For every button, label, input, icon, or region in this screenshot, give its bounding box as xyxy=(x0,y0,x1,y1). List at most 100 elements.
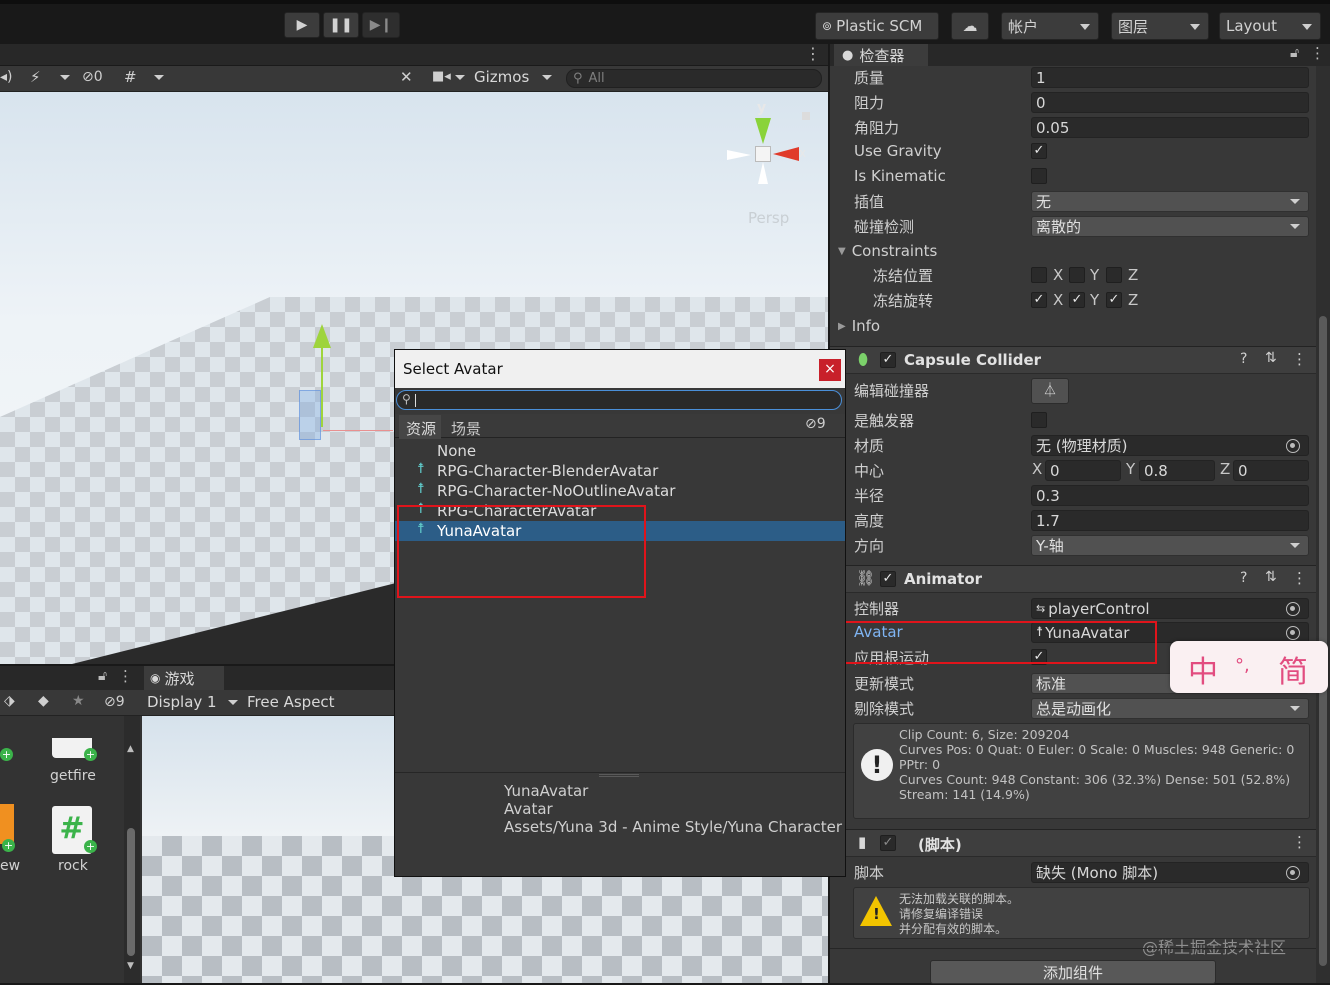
object-picker-icon[interactable] xyxy=(1286,866,1300,880)
more-menu-icon[interactable]: ⋮ xyxy=(118,667,133,685)
tag-icon[interactable]: ◆ xyxy=(38,693,49,709)
freeze-rot-y-checkbox[interactable]: ✓ xyxy=(1069,292,1085,308)
script-enabled-checkbox[interactable]: ✓ xyxy=(880,835,896,851)
audio-asset-icon[interactable] xyxy=(0,804,14,844)
preset-icon[interactable]: ⇅ xyxy=(1265,569,1277,585)
step-button[interactable]: ▶❙ xyxy=(362,12,400,38)
animator-enabled-checkbox[interactable]: ✓ xyxy=(880,571,896,587)
layout-dropdown[interactable]: Layout xyxy=(1219,12,1321,40)
tools-icon[interactable]: ✕ xyxy=(400,68,413,86)
chevron-down-icon[interactable] xyxy=(542,75,552,80)
object-picker-icon[interactable] xyxy=(1286,602,1300,616)
x-axis-cone[interactable] xyxy=(773,147,799,161)
tab-scene[interactable]: 场景 xyxy=(445,415,487,439)
scroll-down-icon[interactable]: ▼ xyxy=(127,961,134,971)
resize-handle[interactable] xyxy=(599,774,639,777)
tab-inspector[interactable]: ● 检查器 xyxy=(834,44,928,66)
is-kinematic-checkbox[interactable] xyxy=(1031,168,1047,184)
culling-mode-dropdown[interactable]: 总是动画化 xyxy=(1031,698,1309,719)
gizmos-dropdown[interactable]: Gizmos xyxy=(474,68,529,86)
capsule-enabled-checkbox[interactable]: ✓ xyxy=(880,352,896,368)
preset-icon[interactable]: ⇅ xyxy=(1265,350,1277,366)
persp-label[interactable]: Persp xyxy=(748,209,789,227)
asset-label-rock[interactable]: rock xyxy=(58,858,88,874)
freeze-rot-x-checkbox[interactable]: ✓ xyxy=(1031,292,1047,308)
lock-icon[interactable]: 🔓︎ xyxy=(98,668,107,684)
ime-simplified-button[interactable]: 简 xyxy=(1278,647,1308,691)
mass-field[interactable]: 1 xyxy=(1031,67,1309,88)
display-dropdown[interactable]: Display 1 xyxy=(147,693,217,711)
constraints-foldout[interactable]: ▼ Constraints xyxy=(838,239,937,263)
y-axis-cone[interactable] xyxy=(755,118,771,144)
hidden-objects-toggle[interactable]: ⊘0 xyxy=(82,69,103,85)
effects-icon[interactable]: ⚡ xyxy=(30,68,41,86)
help-icon[interactable]: ? xyxy=(1240,351,1247,367)
list-item[interactable]: None xyxy=(437,441,476,461)
account-dropdown[interactable]: 帐户 xyxy=(1001,12,1099,40)
more-menu-icon[interactable]: ⋮ xyxy=(1292,350,1307,368)
use-gravity-checkbox[interactable]: ✓ xyxy=(1031,143,1047,159)
tab-assets[interactable]: 资源 xyxy=(399,415,441,439)
dialog-title-bar[interactable]: Select Avatar × xyxy=(395,350,845,388)
list-item[interactable]: RPG-Character-NoOutlineAvatar xyxy=(437,481,675,501)
scene-search-input[interactable]: ⚲ All xyxy=(566,69,822,88)
project-scrollbar[interactable]: ▲ ▼ xyxy=(124,716,140,983)
object-picker-icon[interactable] xyxy=(1286,626,1300,640)
freeze-pos-z-checkbox[interactable] xyxy=(1106,267,1122,283)
grid-icon[interactable]: # xyxy=(124,68,137,86)
animator-header[interactable]: ⛓ ✓ Animator ? ⇅ ⋮ xyxy=(830,565,1316,593)
layers-dropdown[interactable]: 图层 xyxy=(1111,12,1209,40)
gizmo-lock-square[interactable] xyxy=(802,112,810,120)
help-icon[interactable]: ? xyxy=(1240,570,1247,586)
more-menu-icon[interactable]: ⋮ xyxy=(805,44,821,63)
plastic-scm-button[interactable]: ⊚ Plastic SCM xyxy=(815,12,939,40)
scrollbar-thumb[interactable] xyxy=(127,828,135,956)
add-component-button[interactable]: 添加组件 xyxy=(930,960,1216,984)
direction-dropdown[interactable]: Y-轴 xyxy=(1031,535,1309,556)
close-button[interactable]: × xyxy=(819,359,841,381)
script-header[interactable]: ▮ ✓ (脚本) ⋮ xyxy=(830,829,1316,857)
center-z-field[interactable]: 0 xyxy=(1233,460,1309,481)
more-menu-icon[interactable]: ⋮ xyxy=(1292,833,1307,851)
ime-toolbar[interactable]: 中 °, 简 xyxy=(1170,641,1328,693)
freeze-rot-z-checkbox[interactable]: ✓ xyxy=(1106,292,1122,308)
star-icon[interactable]: ★ xyxy=(72,693,85,709)
asset-label-getfire[interactable]: getfire xyxy=(50,768,96,784)
asset-label-ew[interactable]: ew xyxy=(0,858,20,874)
list-item[interactable]: RPG-Character-BlenderAvatar xyxy=(437,461,658,481)
freeze-pos-y-checkbox[interactable] xyxy=(1069,267,1085,283)
audio-icon[interactable]: ◂) xyxy=(0,69,13,85)
freeze-pos-x-checkbox[interactable] xyxy=(1031,267,1047,283)
lock-icon[interactable]: 🔓︎ xyxy=(1290,45,1299,61)
object-picker-icon[interactable] xyxy=(1286,439,1300,453)
height-field[interactable]: 1.7 xyxy=(1031,510,1309,531)
hidden-toggle[interactable]: ⊘9 xyxy=(805,416,826,432)
chevron-down-icon[interactable] xyxy=(455,75,465,80)
more-menu-icon[interactable]: ⋮ xyxy=(1310,44,1325,62)
tab-game[interactable]: ◉ 游戏 xyxy=(144,666,224,690)
capsule-collider-header[interactable]: ⬮ ✓ Capsule Collider ? ⇅ ⋮ xyxy=(830,346,1316,374)
interpolate-dropdown[interactable]: 无 xyxy=(1031,191,1309,212)
ime-mode-button[interactable]: 中 xyxy=(1188,647,1218,691)
edit-collider-button[interactable]: ⏃ xyxy=(1031,378,1069,404)
orientation-gizmo[interactable]: y x xyxy=(725,100,810,190)
labels-icon[interactable]: ⬗ xyxy=(4,693,15,709)
camera-icon[interactable]: ■◂ xyxy=(432,69,451,84)
move-handle-y[interactable] xyxy=(313,324,331,348)
scroll-up-icon[interactable]: ▲ xyxy=(127,744,134,754)
drag-field[interactable]: 0 xyxy=(1031,92,1309,113)
play-button[interactable]: ▶ xyxy=(284,12,320,38)
cloud-button[interactable]: ☁ xyxy=(951,12,989,40)
inspector-scrollbar[interactable] xyxy=(1316,66,1330,983)
pause-button[interactable]: ❚❚ xyxy=(323,12,359,38)
info-foldout[interactable]: ▶ Info xyxy=(838,314,880,338)
material-field[interactable]: 无 (物理材质) xyxy=(1031,435,1309,456)
ime-punct-button[interactable]: °, xyxy=(1235,655,1250,676)
script-field[interactable]: 缺失 (Mono 脚本) xyxy=(1031,862,1309,883)
center-x-field[interactable]: 0 xyxy=(1045,460,1121,481)
dialog-search-input[interactable]: ⚲ xyxy=(396,390,842,410)
character-object[interactable] xyxy=(299,390,321,440)
center-y-field[interactable]: 0.8 xyxy=(1139,460,1215,481)
radius-field[interactable]: 0.3 xyxy=(1031,485,1309,506)
neg-y-axis-cone[interactable] xyxy=(758,162,768,184)
